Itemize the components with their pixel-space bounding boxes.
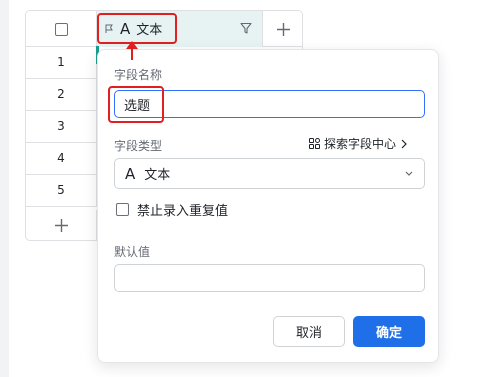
- cancel-button[interactable]: 取消: [273, 316, 345, 347]
- field-name-value: 选题: [124, 98, 151, 114]
- default-value-input[interactable]: [114, 264, 425, 292]
- forbid-duplicate-label: 禁止录入重复值: [137, 204, 229, 219]
- row-number-cell: 4: [26, 143, 97, 175]
- add-field-button[interactable]: [263, 11, 302, 47]
- row-number: 4: [57, 151, 65, 166]
- field-type-label: 字段类型: [114, 139, 163, 153]
- row-number-cell: 3: [26, 111, 97, 143]
- filter-icon[interactable]: [240, 22, 252, 34]
- plus-icon: [54, 219, 68, 232]
- row-number: 1: [57, 55, 65, 70]
- plus-icon: [277, 22, 290, 36]
- explore-field-center-link[interactable]: 探索字段中心: [309, 135, 408, 152]
- text-type-icon: A: [125, 164, 136, 183]
- explore-field-center-text: 探索字段中心: [324, 137, 397, 151]
- row-number: 3: [57, 119, 65, 134]
- chevron-down-icon: [405, 171, 413, 176]
- forbid-duplicate-option[interactable]: 禁止录入重复值: [116, 200, 228, 219]
- field-name-input[interactable]: 选题: [114, 90, 425, 118]
- field-header-name: 文本: [136, 23, 163, 38]
- text-type-icon: A: [120, 19, 131, 38]
- red-arrow-icon: [126, 41, 138, 60]
- forbid-duplicate-checkbox[interactable]: [116, 203, 129, 216]
- row-number-cell: 1: [26, 47, 97, 79]
- row-number-cell: 2: [26, 79, 97, 111]
- default-value-label: 默认值: [114, 245, 151, 259]
- add-row-button[interactable]: [26, 210, 97, 240]
- flag-icon: [105, 24, 113, 33]
- field-type-select[interactable]: A 文本: [114, 158, 425, 189]
- row-number-cell: 5: [26, 175, 97, 207]
- row-number: 5: [57, 183, 65, 198]
- select-all-checkbox[interactable]: [54, 22, 68, 36]
- confirm-button[interactable]: 确定: [353, 316, 425, 347]
- row-number: 2: [57, 87, 65, 102]
- field-type-value: 文本: [144, 168, 171, 183]
- select-all-cell[interactable]: [26, 11, 97, 47]
- chevron-right-icon: [401, 139, 407, 148]
- left-sidebar-edge: [0, 0, 9, 377]
- field-name-label: 字段名称: [114, 68, 163, 82]
- grid-icon: [309, 138, 320, 149]
